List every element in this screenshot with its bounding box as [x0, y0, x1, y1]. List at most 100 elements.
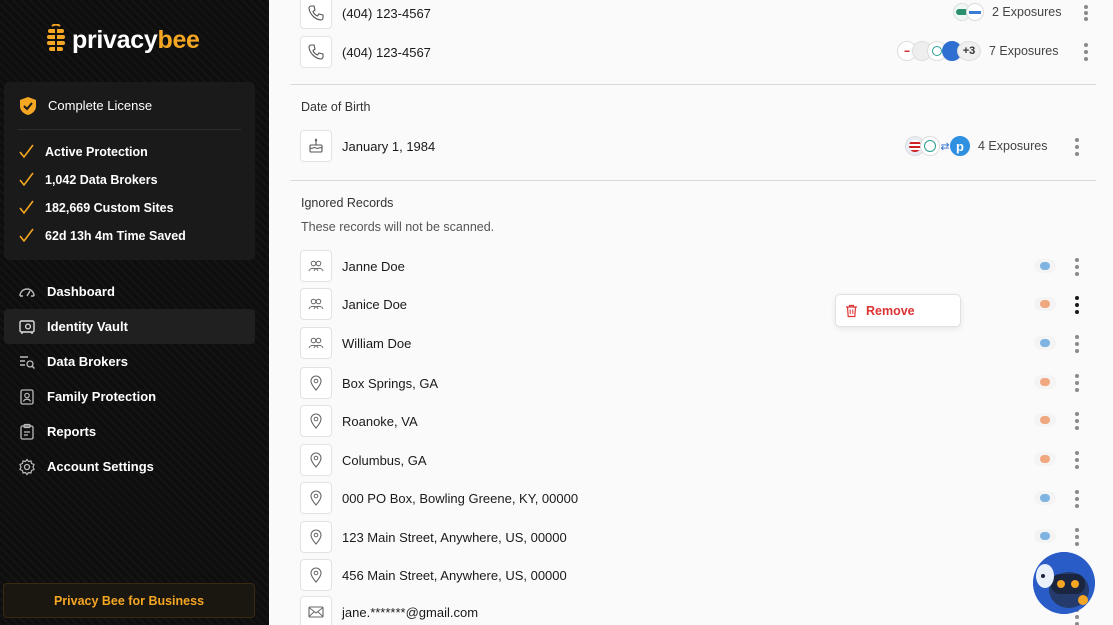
- nav-item-family-protection[interactable]: Family Protection: [4, 379, 255, 414]
- feature-label: Active Protection: [45, 144, 148, 159]
- cake-icon-box: [300, 130, 332, 162]
- gauge-icon: [19, 287, 35, 297]
- person-badge-icon: [20, 388, 34, 405]
- feature-label: 62d 13h 4m Time Saved: [45, 228, 186, 243]
- record-value: Box Springs, GA: [342, 375, 439, 391]
- logo-word-bee: bee: [157, 25, 200, 54]
- cake-icon: [309, 138, 323, 153]
- more-options-button[interactable]: [1073, 490, 1081, 508]
- exposure-count: 4 Exposures: [978, 139, 1048, 153]
- logo-word-privacy: privacy: [72, 25, 158, 54]
- location-pin-icon: [310, 452, 322, 468]
- record-value: Janne Doe: [342, 258, 405, 274]
- pin-icon-box: [300, 559, 332, 591]
- phone-icon-box: [300, 0, 332, 29]
- pin-icon-box: [300, 482, 332, 514]
- record-value: 123 Main Street, Anywhere, US, 00000: [342, 529, 567, 545]
- mail-icon: [308, 606, 324, 618]
- sidebar: privacybee Complete License Active Prote…: [0, 0, 269, 625]
- section-divider: [290, 84, 1096, 85]
- ignored-record-row: Columbus, GA: [300, 444, 1095, 476]
- more-options-button[interactable]: [1073, 528, 1081, 546]
- more-options-button[interactable]: [1073, 412, 1081, 430]
- pin-icon-box: [300, 521, 332, 553]
- ignored-record-row: 000 PO Box, Bowling Greene, KY, 00000: [300, 482, 1095, 514]
- ignored-record-row: Janne Doe: [300, 250, 1095, 282]
- gear-icon: [19, 458, 35, 475]
- ignored-section-subtitle: These records will not be scanned.: [301, 220, 495, 234]
- privacy-bee-for-business-button[interactable]: Privacy Bee for Business: [3, 583, 255, 618]
- ignored-record-row: 123 Main Street, Anywhere, US, 00000: [300, 521, 1095, 553]
- broker-logo-icon: [966, 3, 984, 21]
- pin-icon-box: [300, 405, 332, 437]
- ignored-record-row: 456 Main Street, Anywhere, US, 00000: [300, 559, 1095, 591]
- record-value: William Doe: [342, 335, 412, 351]
- checkmark-icon: [19, 144, 34, 159]
- privacybee-logo[interactable]: privacybee: [46, 24, 200, 56]
- pin-icon-box: [300, 444, 332, 476]
- ignored-record-row: Box Springs, GA: [300, 367, 1095, 399]
- sidebar-nav: Dashboard Identity Vault Data Brokers Fa…: [4, 274, 255, 484]
- more-options-button[interactable]: [1082, 43, 1090, 61]
- nav-label: Identity Vault: [47, 319, 128, 334]
- more-options-button-active[interactable]: [1073, 296, 1081, 314]
- bee-logo-icon: [47, 24, 65, 53]
- clipboard-icon: [20, 423, 34, 440]
- exposures-group[interactable]: 2 Exposures: [953, 3, 1061, 21]
- more-options-button[interactable]: [1082, 5, 1090, 21]
- broker-logo-icon: [1034, 452, 1056, 466]
- more-options-button[interactable]: [1073, 451, 1081, 469]
- nav-item-dashboard[interactable]: Dashboard: [4, 274, 255, 309]
- broker-logo-icon: [1034, 375, 1056, 389]
- nav-item-reports[interactable]: Reports: [4, 414, 255, 449]
- exposure-count: 2 Exposures: [992, 5, 1062, 19]
- license-card: Complete License Active Protection 1,042…: [4, 82, 255, 260]
- location-pin-icon: [310, 490, 322, 506]
- people-icon-box: [300, 288, 332, 320]
- exposures-group[interactable]: ▬ +3 7 Exposures: [897, 41, 1058, 61]
- logo-wordmark: privacybee: [72, 26, 200, 55]
- nav-label: Reports: [47, 424, 97, 439]
- record-value: Columbus, GA: [342, 452, 427, 468]
- more-options-button[interactable]: [1073, 138, 1081, 156]
- people-icon: [308, 260, 324, 272]
- record-value: Roanoke, VA: [342, 413, 418, 429]
- remove-menu-item[interactable]: Remove: [835, 294, 961, 327]
- nav-item-account-settings[interactable]: Account Settings: [4, 449, 255, 484]
- exposure-count: 7 Exposures: [989, 44, 1059, 58]
- dob-section-title: Date of Birth: [301, 100, 371, 114]
- more-options-button[interactable]: [1073, 335, 1081, 353]
- nav-item-data-brokers[interactable]: Data Brokers: [4, 344, 255, 379]
- pin-icon-box: [300, 367, 332, 399]
- feature-item: 1,042 Data Brokers: [18, 171, 158, 188]
- feature-item: Active Protection: [18, 143, 148, 160]
- broker-logo-icon: [1034, 297, 1056, 311]
- record-value: Janice Doe: [342, 296, 408, 312]
- broker-logo-icon: [1034, 529, 1056, 543]
- record-value: 000 PO Box, Bowling Greene, KY, 00000: [342, 490, 579, 506]
- exposures-group[interactable]: ⇄ p 4 Exposures: [905, 136, 1047, 156]
- remove-label: Remove: [866, 303, 915, 318]
- checkmark-icon: [19, 200, 34, 215]
- more-options-button[interactable]: [1073, 374, 1081, 392]
- ignored-record-row: Janice Doe: [300, 288, 1095, 320]
- broker-logo-icon: [1034, 413, 1056, 427]
- checkmark-icon: [19, 228, 34, 243]
- ignored-section-title: Ignored Records: [301, 196, 394, 210]
- vault-icon: [19, 319, 35, 334]
- chat-assistant-bot-icon[interactable]: [1033, 552, 1095, 614]
- search-list-icon: [20, 355, 35, 369]
- mail-icon-box: [300, 596, 332, 625]
- feature-label: 1,042 Data Brokers: [45, 172, 158, 187]
- nav-label: Data Brokers: [47, 354, 128, 369]
- shield-check-icon: [20, 97, 36, 115]
- nav-label: Account Settings: [47, 459, 154, 474]
- nav-item-identity-vault[interactable]: Identity Vault: [4, 309, 255, 344]
- section-divider: [290, 180, 1096, 181]
- more-options-button[interactable]: [1073, 258, 1081, 276]
- location-pin-icon: [310, 529, 322, 545]
- ignored-record-row: Roanoke, VA: [300, 405, 1095, 437]
- feature-label: 182,669 Custom Sites: [45, 200, 174, 215]
- license-title: Complete License: [48, 98, 153, 113]
- license-header: Complete License: [18, 96, 241, 130]
